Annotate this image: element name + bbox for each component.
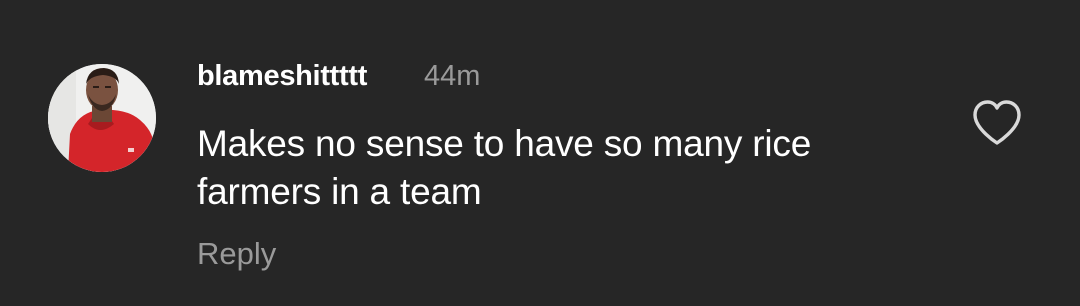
like-button[interactable] [970,98,1024,148]
username[interactable]: blameshittttt [197,60,367,93]
reply-button[interactable]: Reply [197,236,276,272]
timestamp: 44m [424,60,481,92]
avatar-photo [48,64,156,172]
comment: blameshittttt 44m Makes no sense to have… [0,0,1080,306]
comment-text: Makes no sense to have so many rice farm… [197,123,812,212]
avatar[interactable] [48,64,156,172]
heart-outline-icon [973,100,1021,145]
